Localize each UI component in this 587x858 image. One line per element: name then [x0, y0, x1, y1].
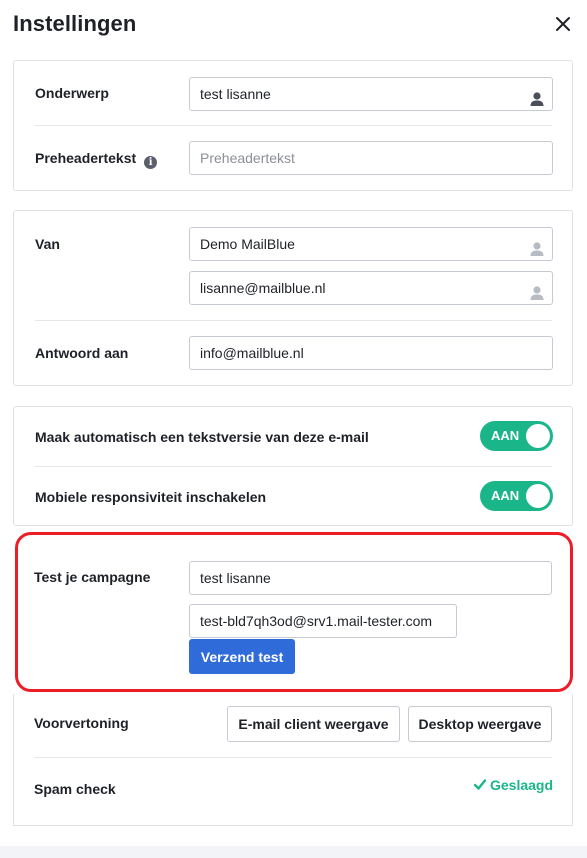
info-icon[interactable]: i [144, 156, 158, 169]
user-icon [530, 86, 544, 106]
user-icon [530, 280, 544, 300]
desktop-view-button[interactable]: Desktop weergave [408, 706, 552, 742]
email-client-view-button[interactable]: E-mail client weergave [227, 706, 400, 742]
sender-card: Van Demo MailBlue lisanne@mailblue.nl An… [13, 210, 573, 386]
divider [35, 320, 552, 321]
preheader-label-text: Preheadertekst [35, 150, 137, 166]
reply-to-label: Antwoord aan [35, 345, 129, 361]
close-icon[interactable] [553, 14, 573, 34]
text-version-label: Maak automatisch een tekstversie van dez… [35, 429, 369, 445]
preview-label: Voorvertoning [34, 715, 129, 731]
options-card: Maak automatisch een tekstversie van dez… [13, 406, 573, 526]
footer-bar [0, 846, 587, 858]
toggle-knob [526, 424, 550, 448]
toggle-label: AAN [491, 428, 520, 443]
spam-status: Geslaagd [473, 777, 554, 793]
dialog-title: Instellingen [13, 11, 137, 36]
spam-status-text: Geslaagd [490, 777, 554, 793]
responsive-toggle[interactable]: AAN [480, 481, 553, 511]
toggle-label: AAN [491, 488, 520, 503]
divider [35, 125, 552, 126]
user-icon [530, 236, 544, 256]
subject-input-value: test lisanne [200, 86, 271, 102]
from-email-input[interactable]: lisanne@mailblue.nl [189, 271, 553, 305]
spam-check-label: Spam check [34, 781, 116, 797]
preheader-input[interactable]: Preheadertekst [189, 141, 553, 175]
text-version-toggle[interactable]: AAN [480, 421, 553, 451]
preheader-label: Preheadertekst i [35, 150, 158, 169]
from-label: Van [35, 236, 60, 252]
check-icon [473, 777, 487, 793]
subject-input[interactable]: test lisanne [189, 77, 553, 111]
subject-card: Onderwerp test lisanne Preheadertekst i P… [13, 60, 573, 191]
toggle-knob [526, 484, 550, 508]
highlight-annotation [15, 532, 573, 692]
section-border [13, 694, 14, 826]
divider [35, 466, 552, 467]
section-border [572, 694, 573, 826]
reply-to-input[interactable]: info@mailblue.nl [189, 336, 553, 370]
dialog-header: Instellingen [0, 0, 587, 50]
from-name-value: Demo MailBlue [200, 236, 295, 252]
subject-label: Onderwerp [35, 85, 109, 101]
from-name-input[interactable]: Demo MailBlue [189, 227, 553, 261]
responsive-label: Mobiele responsiviteit inschakelen [35, 489, 267, 505]
section-border [13, 825, 573, 826]
divider [34, 757, 552, 758]
from-email-value: lisanne@mailblue.nl [200, 280, 326, 296]
